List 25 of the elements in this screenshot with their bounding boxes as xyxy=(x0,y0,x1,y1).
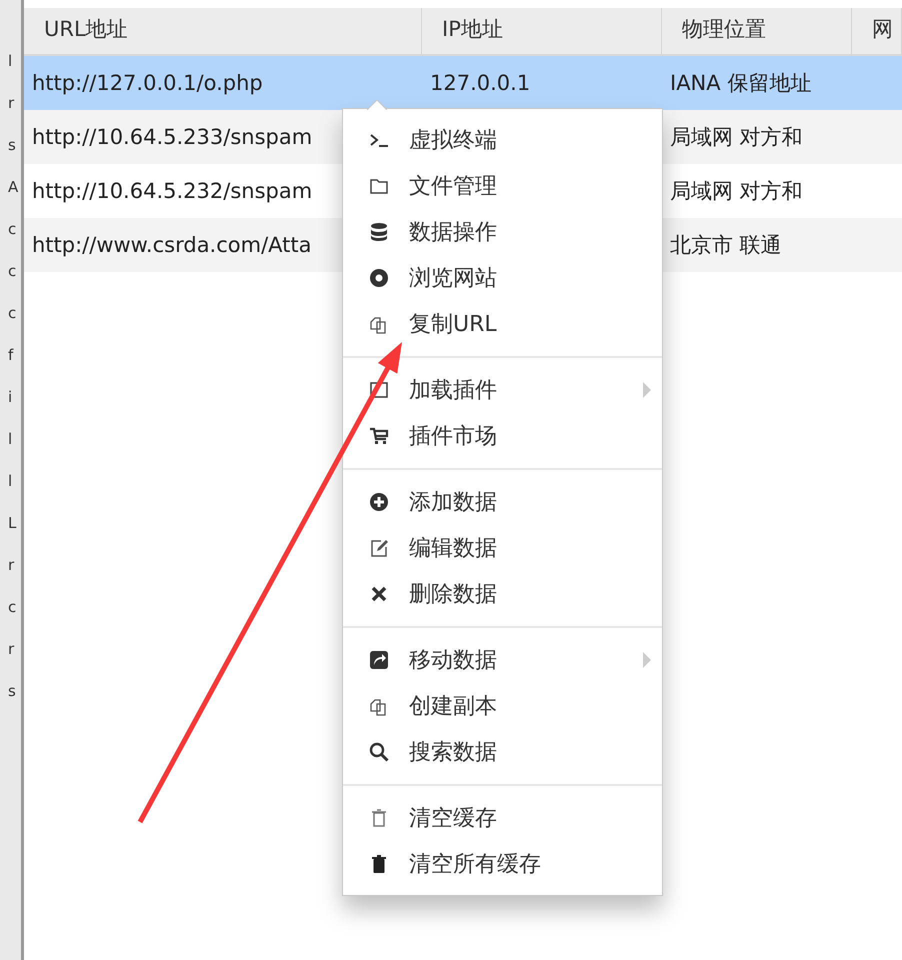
cut-letter: r xyxy=(7,555,16,576)
cut-letter: s xyxy=(7,135,17,156)
table-cell: 局域网 对方和 xyxy=(670,179,803,203)
cut-letter: c xyxy=(7,261,18,282)
table-cell: http://10.64.5.233/snspam xyxy=(32,125,312,149)
cut-letter: r xyxy=(7,639,16,660)
table-cell: 127.0.0.1 xyxy=(430,71,530,95)
cut-letter: A xyxy=(7,177,20,198)
table-cell: http://www.csrda.com/Atta xyxy=(32,233,312,257)
cut-letter: s xyxy=(7,681,17,702)
cut-letter: l xyxy=(7,471,14,492)
cut-letter: f xyxy=(7,345,14,366)
cut-letter: i xyxy=(7,387,14,408)
table-cell: http://127.0.0.1/o.php xyxy=(32,71,263,95)
cut-letter: l xyxy=(7,429,14,450)
cut-letter: c xyxy=(7,303,18,324)
table-cell: 北京市 联通 xyxy=(670,233,782,257)
table-cell: IANA 保留地址 xyxy=(670,71,812,95)
cut-letter: c xyxy=(7,219,18,240)
cut-letter: r xyxy=(7,93,16,114)
table-cell: http://10.64.5.232/snspam xyxy=(32,179,312,203)
table-cell: 局域网 对方和 xyxy=(670,125,803,149)
cut-letter: L xyxy=(7,513,18,534)
cut-letter: c xyxy=(7,597,18,618)
cut-letter: l xyxy=(7,51,14,72)
